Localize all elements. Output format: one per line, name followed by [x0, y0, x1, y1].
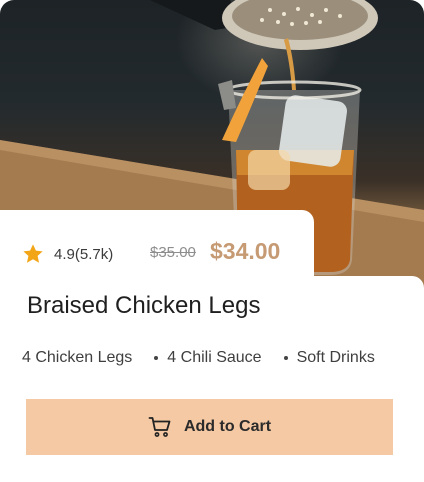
product-title: Braised Chicken Legs: [27, 292, 261, 319]
rating-value: 4.9(5.7k): [54, 245, 114, 263]
add-to-cart-button[interactable]: Add to Cart: [26, 399, 393, 455]
bullet-dot: [154, 356, 159, 360]
bullet-dot: [283, 356, 288, 360]
feature-item: 4 Chili Sauce: [154, 349, 262, 367]
feature-item: Soft Drinks: [283, 349, 375, 367]
feature-list: 4 Chicken Legs 4 Chili Sauce Soft Drinks: [22, 349, 412, 367]
feature-item: 4 Chicken Legs: [22, 349, 132, 367]
sale-price: $34.00: [210, 238, 281, 264]
star-icon: [23, 244, 43, 263]
product-card: 4.9(5.7k) $35.00 $34.00 Braised Chicken …: [0, 0, 424, 482]
original-price: $35.00: [150, 244, 196, 261]
feature-label: 4 Chili Sauce: [167, 349, 262, 366]
feature-label: Soft Drinks: [296, 349, 375, 366]
rating: 4.9(5.7k): [22, 240, 113, 268]
feature-label: 4 Chicken Legs: [22, 349, 133, 366]
add-to-cart-label: Add to Cart: [183, 418, 272, 435]
cart-icon: [148, 417, 171, 437]
